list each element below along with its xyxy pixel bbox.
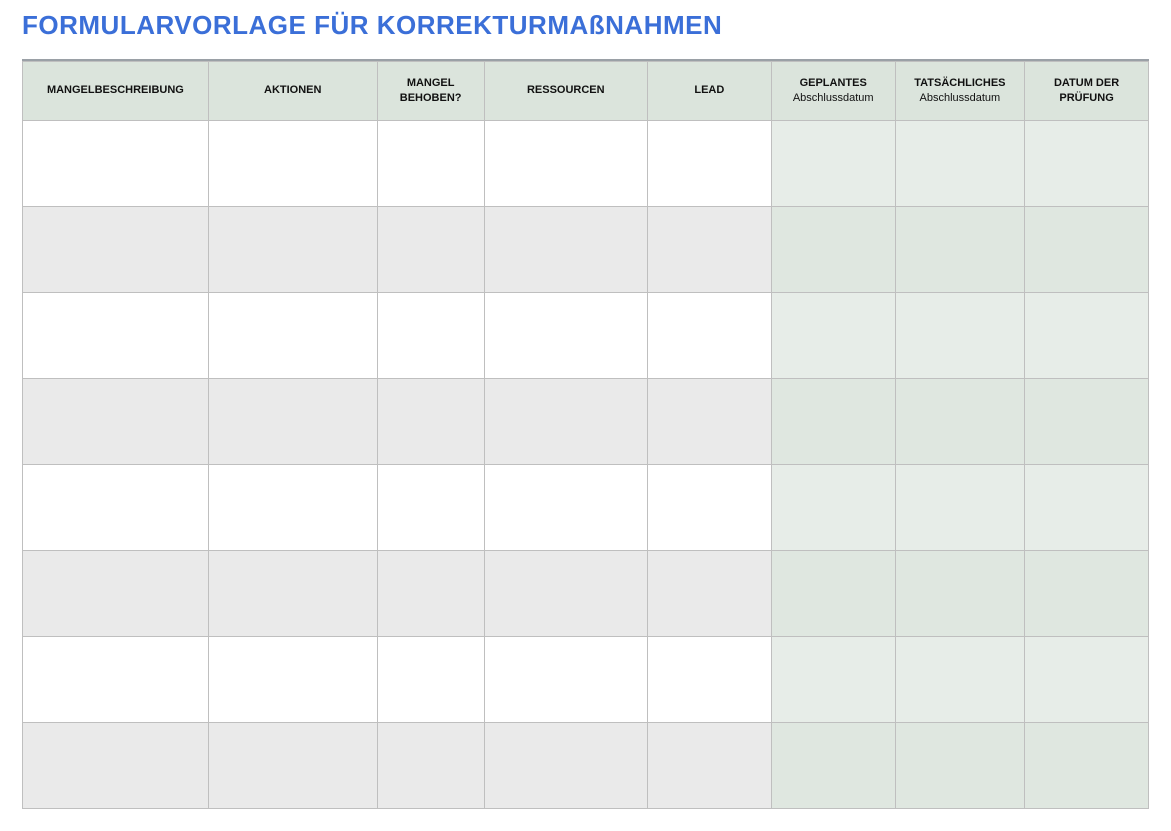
cell-lead[interactable] [647,378,771,464]
cell-mangel-behoben[interactable] [377,292,484,378]
col-header-sub: Abschlussdatum [904,91,1016,106]
table-row [23,722,1149,808]
cell-lead[interactable] [647,292,771,378]
cell-geplantes-abschlussdatum[interactable] [771,722,895,808]
cell-aktionen[interactable] [208,378,377,464]
cell-mangelbeschreibung[interactable] [23,550,209,636]
cell-geplantes-abschlussdatum[interactable] [771,550,895,636]
col-header-bold: MANGEL BEHOBEN? [400,77,462,104]
cell-tatsaechliches-abschlussdatum[interactable] [895,120,1024,206]
cell-geplantes-abschlussdatum[interactable] [771,206,895,292]
cell-geplantes-abschlussdatum[interactable] [771,378,895,464]
col-header-bold: GEPLANTES [800,77,867,89]
col-header-sub: Abschlussdatum [780,91,887,106]
cell-aktionen[interactable] [208,464,377,550]
cell-lead[interactable] [647,206,771,292]
cell-datum-der-pruefung[interactable] [1025,550,1149,636]
cell-geplantes-abschlussdatum[interactable] [771,292,895,378]
cell-tatsaechliches-abschlussdatum[interactable] [895,464,1024,550]
col-header-lead: LEAD [647,62,771,121]
cell-ressourcen[interactable] [484,120,647,206]
cell-mangelbeschreibung[interactable] [23,292,209,378]
table-row [23,120,1149,206]
table-row [23,550,1149,636]
cell-tatsaechliches-abschlussdatum[interactable] [895,292,1024,378]
cell-mangel-behoben[interactable] [377,464,484,550]
page-title: FORMULARVORLAGE FÜR KORREKTURMAßNAHMEN [22,10,1149,41]
col-header-aktionen: AKTIONEN [208,62,377,121]
col-header-mangelbeschreibung: MANGELBESCHREIBUNG [23,62,209,121]
cell-lead[interactable] [647,550,771,636]
col-header-bold: TATSÄCHLICHES [914,77,1005,89]
col-header-tatsaechliches-abschlussdatum: TATSÄCHLICHES Abschlussdatum [895,62,1024,121]
cell-lead[interactable] [647,722,771,808]
cell-mangelbeschreibung[interactable] [23,636,209,722]
col-header-geplantes-abschlussdatum: GEPLANTES Abschlussdatum [771,62,895,121]
table-row [23,636,1149,722]
table-row [23,378,1149,464]
table-body [23,120,1149,808]
cell-geplantes-abschlussdatum[interactable] [771,120,895,206]
cell-aktionen[interactable] [208,722,377,808]
cell-mangelbeschreibung[interactable] [23,378,209,464]
col-header-bold: RESSOURCEN [527,84,605,96]
cell-aktionen[interactable] [208,550,377,636]
cell-lead[interactable] [647,636,771,722]
cell-datum-der-pruefung[interactable] [1025,722,1149,808]
cell-mangel-behoben[interactable] [377,378,484,464]
cell-tatsaechliches-abschlussdatum[interactable] [895,722,1024,808]
cell-mangel-behoben[interactable] [377,636,484,722]
cell-mangel-behoben[interactable] [377,120,484,206]
cell-datum-der-pruefung[interactable] [1025,636,1149,722]
cell-tatsaechliches-abschlussdatum[interactable] [895,206,1024,292]
cell-ressourcen[interactable] [484,636,647,722]
cell-ressourcen[interactable] [484,378,647,464]
col-header-mangel-behoben: MANGEL BEHOBEN? [377,62,484,121]
cell-mangel-behoben[interactable] [377,550,484,636]
cell-aktionen[interactable] [208,636,377,722]
cell-mangel-behoben[interactable] [377,206,484,292]
cell-geplantes-abschlussdatum[interactable] [771,464,895,550]
cell-ressourcen[interactable] [484,550,647,636]
cell-datum-der-pruefung[interactable] [1025,464,1149,550]
cell-datum-der-pruefung[interactable] [1025,378,1149,464]
cell-mangelbeschreibung[interactable] [23,206,209,292]
cell-tatsaechliches-abschlussdatum[interactable] [895,378,1024,464]
cell-aktionen[interactable] [208,206,377,292]
col-header-ressourcen: RESSOURCEN [484,62,647,121]
cell-ressourcen[interactable] [484,722,647,808]
cell-mangelbeschreibung[interactable] [23,722,209,808]
col-header-datum-der-pruefung: DATUM DER PRÜFUNG [1025,62,1149,121]
corrective-actions-table-wrap: MANGELBESCHREIBUNG AKTIONEN MANGEL BEHOB… [22,59,1149,809]
cell-mangel-behoben[interactable] [377,722,484,808]
cell-datum-der-pruefung[interactable] [1025,292,1149,378]
table-header-row: MANGELBESCHREIBUNG AKTIONEN MANGEL BEHOB… [23,62,1149,121]
col-header-bold: MANGELBESCHREIBUNG [47,84,184,96]
table-row [23,206,1149,292]
cell-aktionen[interactable] [208,120,377,206]
cell-geplantes-abschlussdatum[interactable] [771,636,895,722]
cell-ressourcen[interactable] [484,206,647,292]
corrective-actions-table: MANGELBESCHREIBUNG AKTIONEN MANGEL BEHOB… [22,61,1149,809]
cell-datum-der-pruefung[interactable] [1025,206,1149,292]
cell-ressourcen[interactable] [484,464,647,550]
col-header-bold: DATUM DER PRÜFUNG [1054,77,1119,104]
cell-ressourcen[interactable] [484,292,647,378]
cell-mangelbeschreibung[interactable] [23,464,209,550]
col-header-bold: LEAD [694,84,724,96]
cell-tatsaechliches-abschlussdatum[interactable] [895,550,1024,636]
cell-datum-der-pruefung[interactable] [1025,120,1149,206]
col-header-bold: AKTIONEN [264,84,321,96]
cell-lead[interactable] [647,120,771,206]
table-row [23,464,1149,550]
cell-tatsaechliches-abschlussdatum[interactable] [895,636,1024,722]
cell-mangelbeschreibung[interactable] [23,120,209,206]
cell-aktionen[interactable] [208,292,377,378]
cell-lead[interactable] [647,464,771,550]
table-row [23,292,1149,378]
